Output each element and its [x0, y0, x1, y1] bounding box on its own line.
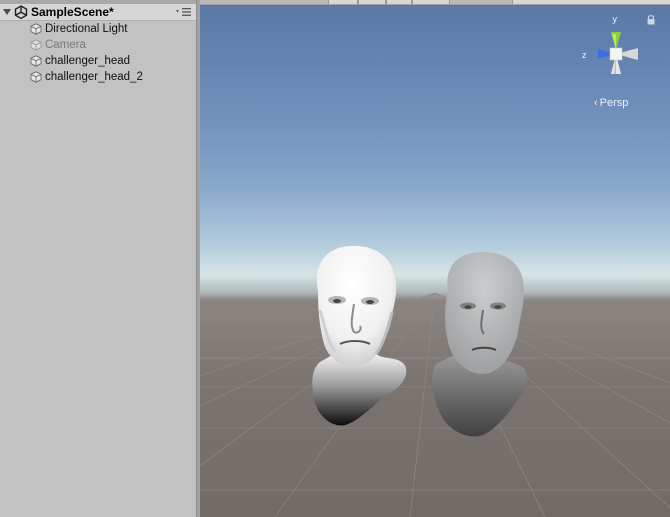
- hierarchy-item-label: Camera: [45, 39, 86, 51]
- unity-scene-icon: [14, 5, 28, 19]
- challenger-head-model[interactable]: [312, 245, 407, 426]
- hierarchy-item-directional-light[interactable]: Directional Light: [0, 21, 196, 37]
- gameobject-cube-icon: [30, 55, 42, 67]
- persp-arrow-icon: ‹: [594, 97, 598, 109]
- gameobject-cube-icon: [30, 39, 42, 51]
- gizmo-center-cube-icon[interactable]: [609, 47, 623, 61]
- hierarchy-item-challenger-head[interactable]: challenger_head: [0, 53, 196, 69]
- hierarchy-item-camera[interactable]: Camera: [0, 37, 196, 53]
- challenger-head-2-model[interactable]: [432, 252, 528, 437]
- hierarchy-item-label: challenger_head_2: [45, 71, 143, 83]
- hierarchy-panel: SampleScene* Directional Light Camera ch…: [0, 0, 196, 517]
- scene-name: SampleScene*: [31, 5, 114, 19]
- projection-label: Persp: [599, 97, 629, 109]
- foldout-arrow-icon[interactable]: [3, 9, 11, 15]
- hierarchy-item-challenger-head-2[interactable]: challenger_head_2: [0, 69, 196, 85]
- scene-header-row[interactable]: SampleScene*: [0, 4, 196, 21]
- projection-toggle[interactable]: ‹ Persp: [594, 97, 628, 109]
- gizmo-y-label: y: [613, 14, 618, 24]
- gameobject-cube-icon: [30, 71, 42, 83]
- scene-view[interactable]: y z ‹ Persp: [200, 0, 670, 517]
- gameobject-cube-icon: [30, 23, 42, 35]
- gizmo-z-label: z: [582, 50, 587, 60]
- scene-menu-icon[interactable]: [175, 6, 193, 18]
- lock-icon[interactable]: [646, 14, 656, 26]
- hierarchy-item-label: challenger_head: [45, 55, 131, 67]
- hierarchy-item-label: Directional Light: [45, 23, 128, 35]
